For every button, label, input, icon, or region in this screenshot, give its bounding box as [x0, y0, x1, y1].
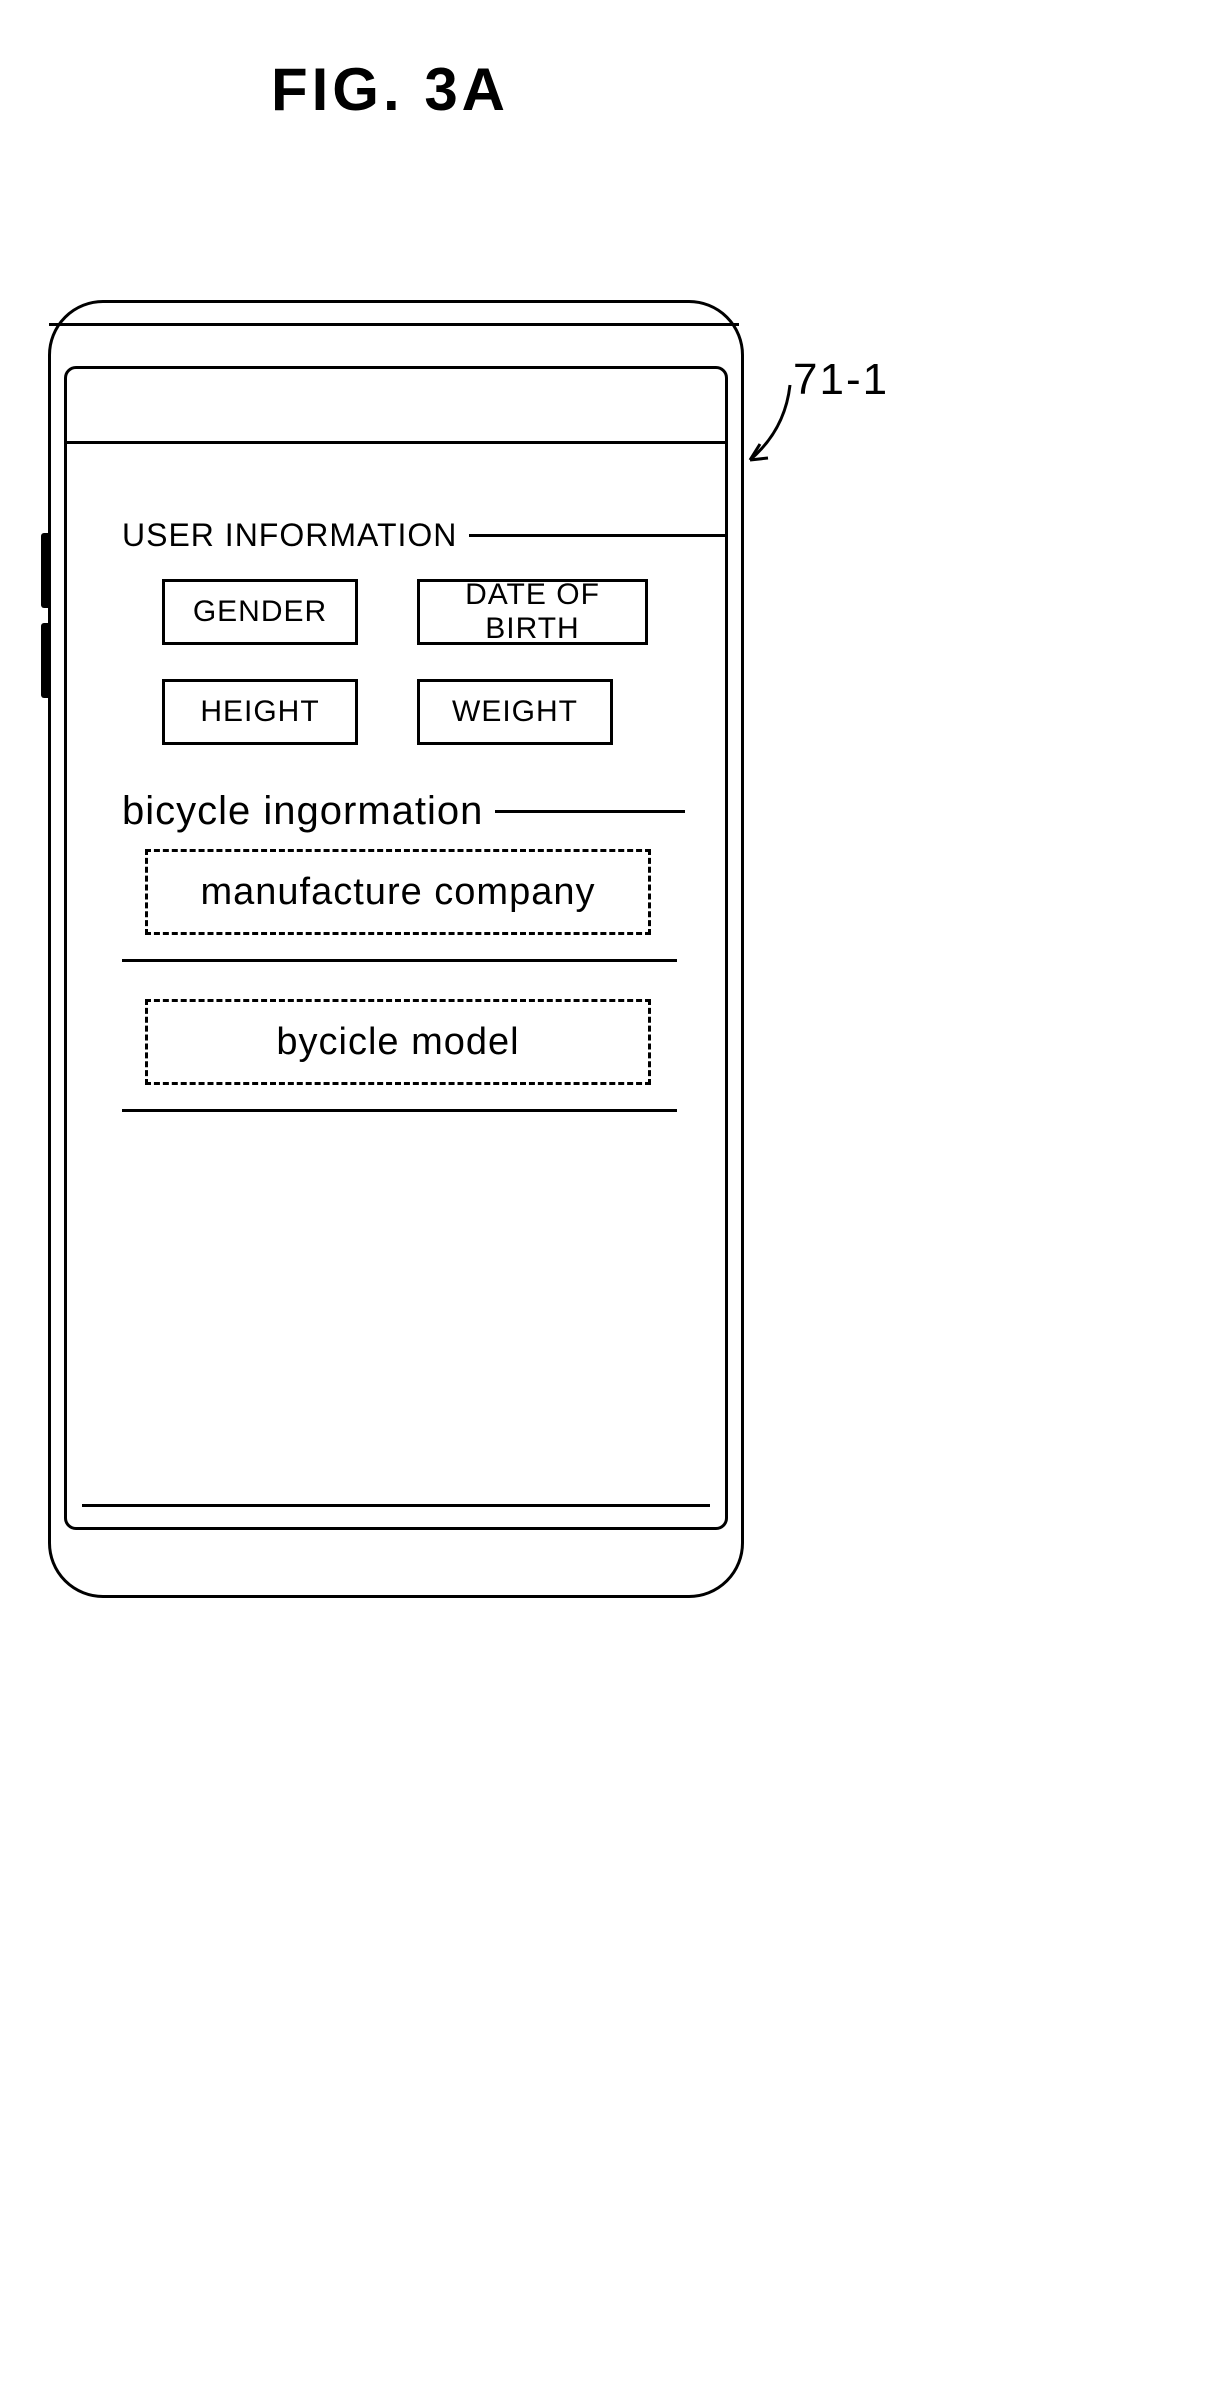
- callout-arrow-71-1: [740, 380, 795, 470]
- divider-1: [122, 959, 677, 962]
- status-bar: [67, 369, 725, 444]
- field-label: DATE OF BIRTH: [420, 578, 645, 646]
- section-rule: [495, 810, 685, 813]
- side-button-2[interactable]: [41, 623, 48, 698]
- phone-top-band: [49, 323, 739, 356]
- weight-button[interactable]: WEIGHT: [417, 679, 613, 745]
- field-label: bycicle model: [276, 1021, 519, 1064]
- callout-label-71-1: 71-1: [793, 355, 889, 405]
- phone-screen: USER INFORMATION GENDER DATE OF BIRTH HE…: [64, 366, 728, 1530]
- height-button[interactable]: HEIGHT: [162, 679, 358, 745]
- side-button-1[interactable]: [41, 533, 48, 608]
- date-of-birth-button[interactable]: DATE OF BIRTH: [417, 579, 648, 645]
- section-rule: [469, 534, 728, 537]
- phone-body: USER INFORMATION GENDER DATE OF BIRTH HE…: [48, 300, 744, 1598]
- section-header-user-info: USER INFORMATION: [122, 517, 728, 554]
- bicycle-model-button[interactable]: bycicle model: [145, 999, 651, 1085]
- section-header-bike-info: bicycle ingormation: [122, 789, 685, 834]
- gender-button[interactable]: GENDER: [162, 579, 358, 645]
- manufacturer-button[interactable]: manufacture company: [145, 849, 651, 935]
- field-label: manufacture company: [201, 871, 596, 914]
- field-label: HEIGHT: [200, 695, 319, 729]
- field-label: WEIGHT: [452, 695, 578, 729]
- field-label: GENDER: [193, 595, 327, 629]
- section-title: bicycle ingormation: [122, 789, 483, 834]
- screen-bottom-line: [82, 1504, 710, 1507]
- figure-title: FIG. 3A: [0, 55, 780, 124]
- divider-2: [122, 1109, 677, 1112]
- section-title: USER INFORMATION: [122, 517, 457, 554]
